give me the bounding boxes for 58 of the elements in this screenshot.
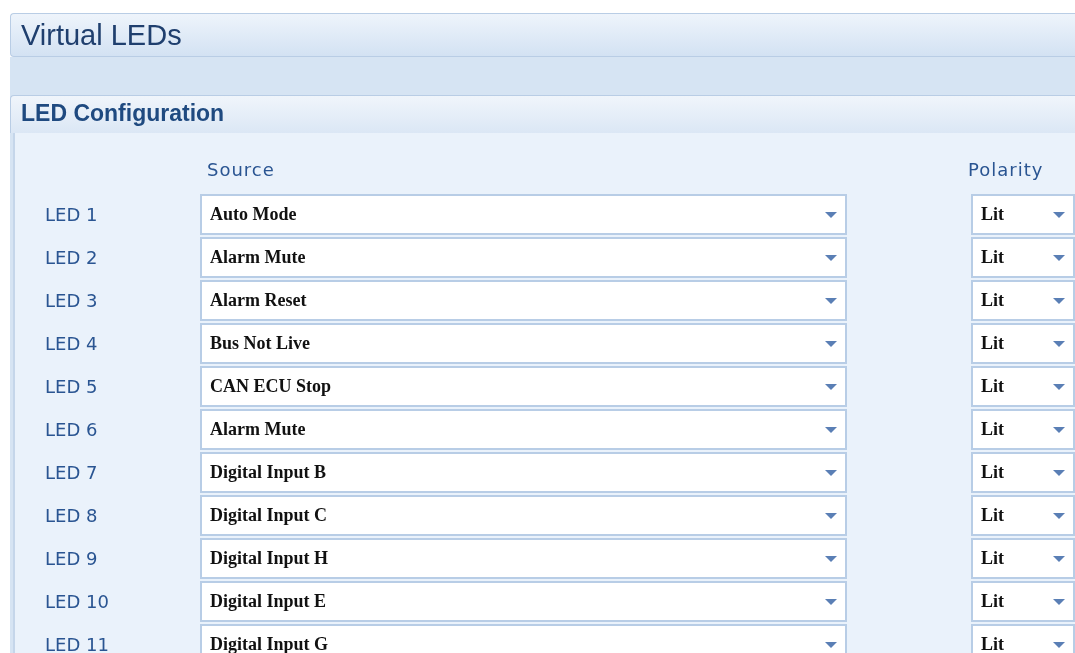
caret-icon bbox=[1053, 512, 1065, 519]
led-label: LED 5 bbox=[44, 376, 99, 397]
led-label: LED 3 bbox=[44, 290, 99, 311]
led-label: LED 11 bbox=[44, 634, 110, 653]
polarity-dropdown[interactable]: Lit bbox=[971, 581, 1075, 622]
led-label: LED 6 bbox=[44, 419, 99, 440]
source-dropdown[interactable]: Alarm Mute bbox=[200, 409, 847, 450]
column-header: Source bbox=[207, 159, 275, 180]
polarity-dropdown[interactable]: Lit bbox=[971, 237, 1075, 278]
polarity-dropdown[interactable]: Lit bbox=[971, 323, 1075, 364]
source-dropdown[interactable]: Digital Input B bbox=[200, 452, 847, 493]
caret-icon bbox=[825, 383, 837, 390]
polarity-dropdown[interactable]: Lit bbox=[971, 624, 1075, 653]
page-title: Virtual LEDs bbox=[10, 13, 1075, 57]
source-dropdown[interactable]: CAN ECU Stop bbox=[200, 366, 847, 407]
caret-icon bbox=[1053, 297, 1065, 304]
led-label: LED 8 bbox=[44, 505, 99, 526]
polarity-dropdown[interactable]: Lit bbox=[971, 194, 1075, 235]
caret-icon bbox=[1053, 469, 1065, 476]
caret-icon bbox=[825, 512, 837, 519]
polarity-dropdown[interactable]: Lit bbox=[971, 495, 1075, 536]
caret-icon bbox=[825, 598, 837, 605]
source-dropdown[interactable]: Digital Input E bbox=[200, 581, 847, 622]
caret-icon bbox=[1053, 598, 1065, 605]
caret-icon bbox=[825, 469, 837, 476]
source-dropdown[interactable]: Digital Input C bbox=[200, 495, 847, 536]
led-label: LED 2 bbox=[44, 247, 99, 268]
caret-icon bbox=[825, 340, 837, 347]
caret-icon bbox=[1053, 254, 1065, 261]
caret-icon bbox=[825, 555, 837, 562]
led-label: LED 7 bbox=[44, 462, 99, 483]
source-dropdown[interactable]: Bus Not Live bbox=[200, 323, 847, 364]
led-label: LED 9 bbox=[44, 548, 99, 569]
led-label: LED 10 bbox=[44, 591, 110, 612]
polarity-dropdown[interactable]: Lit bbox=[971, 366, 1075, 407]
caret-icon bbox=[1053, 426, 1065, 433]
column-header: Polarity bbox=[968, 159, 1044, 180]
caret-icon bbox=[825, 426, 837, 433]
polarity-dropdown[interactable]: Lit bbox=[971, 452, 1075, 493]
caret-icon bbox=[825, 641, 837, 648]
caret-icon bbox=[1053, 340, 1065, 347]
caret-icon bbox=[825, 211, 837, 218]
caret-icon bbox=[825, 254, 837, 261]
caret-icon bbox=[1053, 641, 1065, 648]
caret-icon bbox=[1053, 555, 1065, 562]
source-dropdown[interactable]: Alarm Reset bbox=[200, 280, 847, 321]
source-dropdown[interactable]: Digital Input H bbox=[200, 538, 847, 579]
polarity-dropdown[interactable]: Lit bbox=[971, 538, 1075, 579]
caret-icon bbox=[1053, 383, 1065, 390]
polarity-dropdown[interactable]: Lit bbox=[971, 409, 1075, 450]
led-label: LED 4 bbox=[44, 333, 99, 354]
polarity-dropdown[interactable]: Lit bbox=[971, 280, 1075, 321]
source-dropdown[interactable]: Alarm Mute bbox=[200, 237, 847, 278]
caret-icon bbox=[1053, 211, 1065, 218]
caret-icon bbox=[825, 297, 837, 304]
source-dropdown[interactable]: Auto Mode bbox=[200, 194, 847, 235]
led-label: LED 1 bbox=[44, 204, 99, 225]
section-title: LED Configuration bbox=[10, 95, 1075, 133]
